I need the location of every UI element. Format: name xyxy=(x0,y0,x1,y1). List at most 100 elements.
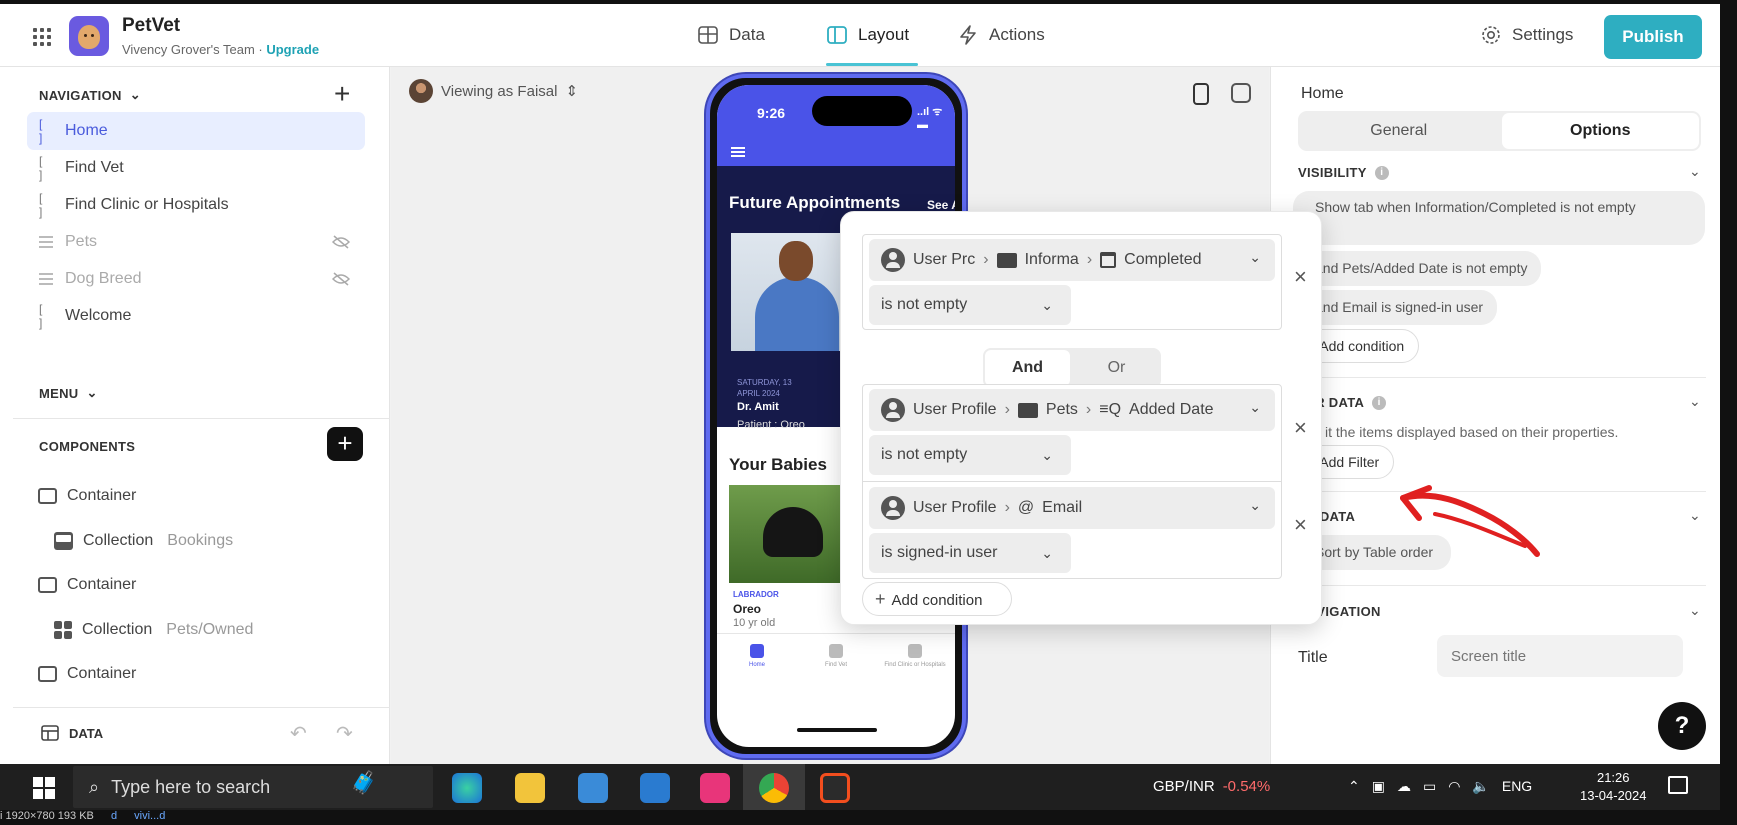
currency-ticker[interactable]: GBP/INR -0.54% xyxy=(1153,778,1270,795)
visibility-header[interactable]: VISIBILITY i xyxy=(1298,165,1389,180)
slack-icon[interactable] xyxy=(700,773,730,803)
settings-button[interactable]: Settings xyxy=(1480,24,1573,46)
language-indicator[interactable]: ENG xyxy=(1502,778,1532,795)
store-icon[interactable] xyxy=(578,773,608,803)
hamburger-menu-icon[interactable] xyxy=(731,147,745,157)
viewing-as-selector[interactable]: Viewing as Faisal ⇕ xyxy=(409,79,578,103)
undo-icon[interactable]: ↶ xyxy=(290,721,307,746)
sidebar-item-welcome[interactable]: [ ] Welcome xyxy=(27,297,365,335)
chrome-icon[interactable] xyxy=(759,773,789,803)
chevron-down-icon[interactable]: ⌄ xyxy=(1689,393,1701,410)
luggage-icon[interactable]: 🧳 xyxy=(350,770,377,796)
operator-label: is not empty xyxy=(881,446,968,463)
panel-tabs: General Options xyxy=(1298,111,1701,151)
eye-slash-icon[interactable] xyxy=(332,271,350,287)
info-icon[interactable]: i xyxy=(1372,395,1387,410)
screen-icon: [ ] xyxy=(39,191,45,219)
battery-icon[interactable]: ▭ xyxy=(1423,778,1436,795)
help-button[interactable]: ? xyxy=(1658,702,1706,750)
data-section[interactable]: DATA xyxy=(41,725,103,741)
component-container[interactable]: Container xyxy=(38,576,136,594)
component-collection-bookings[interactable]: Collection Bookings xyxy=(54,532,233,550)
and-option[interactable]: And xyxy=(985,350,1070,386)
component-container[interactable]: Container xyxy=(38,487,136,505)
tab-general[interactable]: General xyxy=(1300,113,1498,149)
visibility-rule[interactable]: and Email is signed-in user xyxy=(1293,290,1498,325)
wifi-icon[interactable]: ◠ xyxy=(1448,778,1460,795)
phone-tab-find-vet[interactable]: Find Vet xyxy=(796,644,876,668)
publish-button[interactable]: Publish xyxy=(1604,15,1702,59)
components-section-header: COMPONENTS xyxy=(39,439,135,454)
cloud-icon[interactable]: ☁ xyxy=(1397,778,1411,795)
phone-device-icon[interactable] xyxy=(1193,83,1209,105)
edge-browser-icon[interactable] xyxy=(452,773,482,803)
future-appointments-title: Future Appointments xyxy=(729,193,901,212)
taskbar-clock[interactable]: 21:26 13-04-2024 xyxy=(1580,769,1647,805)
tab-data[interactable]: Data xyxy=(697,24,765,46)
chevron-down-icon: ⌄ xyxy=(1041,297,1053,313)
phone-tab-label: Find Vet xyxy=(824,662,847,668)
phone-tab-home[interactable]: Home xyxy=(717,644,797,668)
sidebar-item-label: Pets xyxy=(65,233,98,250)
tab-options[interactable]: Options xyxy=(1501,113,1699,149)
chevron-down-icon[interactable]: ⌄ xyxy=(1689,602,1701,619)
menu-section-header[interactable]: MENU ⌄ xyxy=(39,385,98,401)
sidebar-item-find-vet[interactable]: [ ] Find Vet xyxy=(27,149,365,187)
condition-operator-select[interactable]: is signed-in user ⌄ xyxy=(869,533,1071,573)
condition-path-selector[interactable]: User Profile › Pets › ≡Q Added Date ⌄ xyxy=(869,389,1275,431)
navigation-section-header[interactable]: NAVIGATION ⌄ xyxy=(39,87,141,103)
tab-layout[interactable]: Layout xyxy=(826,24,909,46)
add-condition-label: Add condition xyxy=(891,592,983,609)
screen-title-input[interactable] xyxy=(1437,635,1683,677)
file-explorer-icon[interactable] xyxy=(515,773,545,803)
add-component-button[interactable]: + xyxy=(327,427,363,461)
remove-condition-icon[interactable]: × xyxy=(1294,264,1307,290)
figma-icon[interactable] xyxy=(820,773,850,803)
component-collection-pets[interactable]: Collection Pets/Owned xyxy=(54,621,253,639)
component-container[interactable]: Container xyxy=(38,665,136,683)
home-indicator xyxy=(797,728,877,732)
redo-icon[interactable]: ↷ xyxy=(336,721,353,746)
sidebar-item-dog-breed[interactable]: Dog Breed xyxy=(27,260,365,298)
condition-operator-select[interactable]: is not empty ⌄ xyxy=(869,435,1071,475)
component-label: Container xyxy=(67,576,137,593)
visibility-rule[interactable]: Show tab when Information/Completed is n… xyxy=(1293,191,1705,245)
chevron-down-icon[interactable]: ⌄ xyxy=(1689,163,1701,180)
info-icon[interactable]: i xyxy=(1374,165,1389,180)
apps-grid-icon[interactable] xyxy=(33,28,51,46)
windows-start-icon[interactable] xyxy=(33,777,55,799)
condition-path-selector[interactable]: User Prc › Informa › Completed ⌄ xyxy=(869,239,1275,281)
add-screen-icon[interactable]: + xyxy=(334,80,350,108)
taskbar-search[interactable]: ⌕ Type here to search xyxy=(73,766,433,808)
notifications-icon[interactable] xyxy=(1668,776,1688,794)
tab-actions[interactable]: Actions xyxy=(957,24,1045,46)
menu-header-label: MENU xyxy=(39,385,79,401)
list-icon xyxy=(39,273,53,285)
add-condition-button[interactable]: + Add condition xyxy=(862,582,1012,616)
see-all-link[interactable]: See All › xyxy=(927,198,955,212)
sidebar-item-find-clinic[interactable]: [ ] Find Clinic or Hospitals xyxy=(27,186,365,224)
path-segment: User Profile xyxy=(913,401,997,418)
chevron-up-icon[interactable]: ⌃ xyxy=(1348,778,1360,795)
tablet-device-icon[interactable] xyxy=(1231,83,1251,103)
dog-face-icon[interactable] xyxy=(69,16,109,56)
condition-path-selector[interactable]: User Profile › @ Email ⌄ xyxy=(869,487,1275,529)
remove-condition-icon[interactable]: × xyxy=(1294,415,1307,441)
meet-icon[interactable]: ▣ xyxy=(1372,778,1385,795)
chevron-down-icon[interactable]: ⌄ xyxy=(1689,507,1701,524)
eye-slash-icon[interactable] xyxy=(332,234,350,250)
sidebar-item-home[interactable]: [ ] Home xyxy=(27,112,365,150)
phone-tab-find-clinic[interactable]: Find Clinic or Hospitals xyxy=(875,644,955,668)
tab-actions-label: Actions xyxy=(989,25,1045,44)
sidebar-item-label: Home xyxy=(65,122,108,139)
container-icon xyxy=(38,488,57,504)
upgrade-link[interactable]: Upgrade xyxy=(266,42,319,57)
condition-operator-select[interactable]: is not empty ⌄ xyxy=(869,285,1071,325)
volume-icon[interactable]: 🔈 xyxy=(1472,778,1489,795)
table-icon xyxy=(41,725,59,741)
or-option[interactable]: Or xyxy=(1074,350,1159,386)
mail-icon[interactable] xyxy=(640,773,670,803)
remove-condition-icon[interactable]: × xyxy=(1294,512,1307,538)
sidebar-item-pets[interactable]: Pets xyxy=(27,223,365,261)
visibility-rule[interactable]: and Pets/Added Date is not empty xyxy=(1293,251,1542,286)
